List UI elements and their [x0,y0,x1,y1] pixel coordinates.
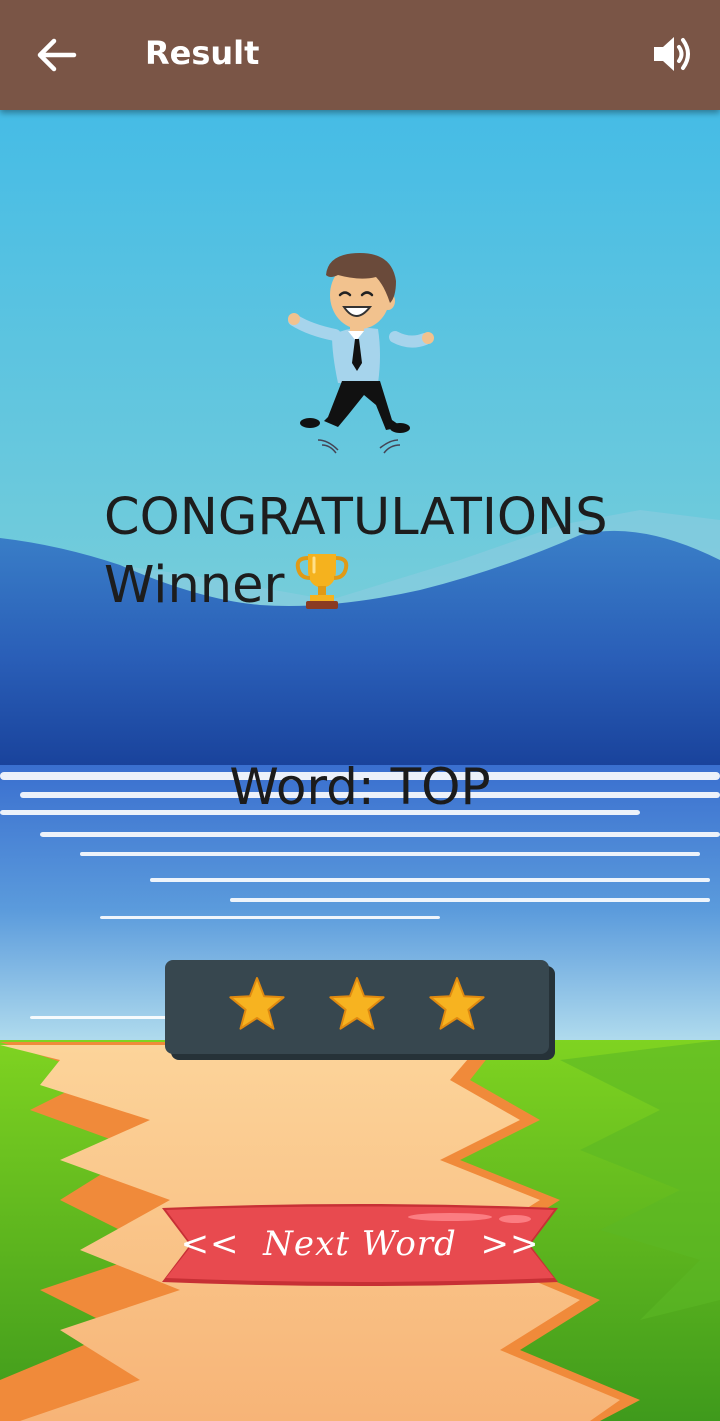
next-word-button[interactable]: << Next Word >> [160,1200,560,1290]
arrow-left-icon [37,38,77,72]
volume-icon [654,37,690,71]
jumping-character-illustration [288,253,434,454]
app-bar: Result [0,0,720,110]
congratulations-heading: CONGRATULATIONS [104,488,608,547]
page-title: Result [145,34,260,72]
back-button[interactable] [30,30,82,80]
word-label: Word: TOP [229,758,491,816]
winner-line: Winner [104,548,608,616]
star-rating-panel [165,960,555,1060]
result-message: CONGRATULATIONS Winner [104,488,608,616]
right-arrows-glyph: >> [480,1224,540,1264]
trophy-icon [296,554,349,609]
next-word-label: Next Word [263,1224,457,1264]
sound-toggle-button[interactable] [646,28,698,80]
winner-text: Winner [104,556,285,615]
left-arrows-glyph: << [180,1224,240,1264]
